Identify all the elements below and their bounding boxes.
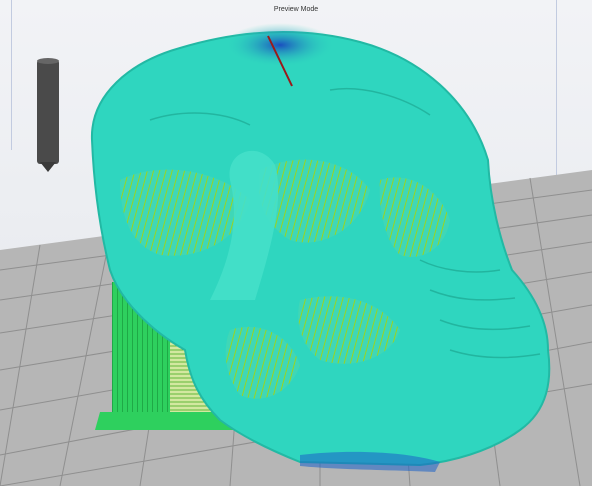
scene-canvas[interactable] [0,0,592,486]
nozzle-icon [37,58,59,172]
preview-viewport[interactable]: Preview Mode [0,0,592,486]
